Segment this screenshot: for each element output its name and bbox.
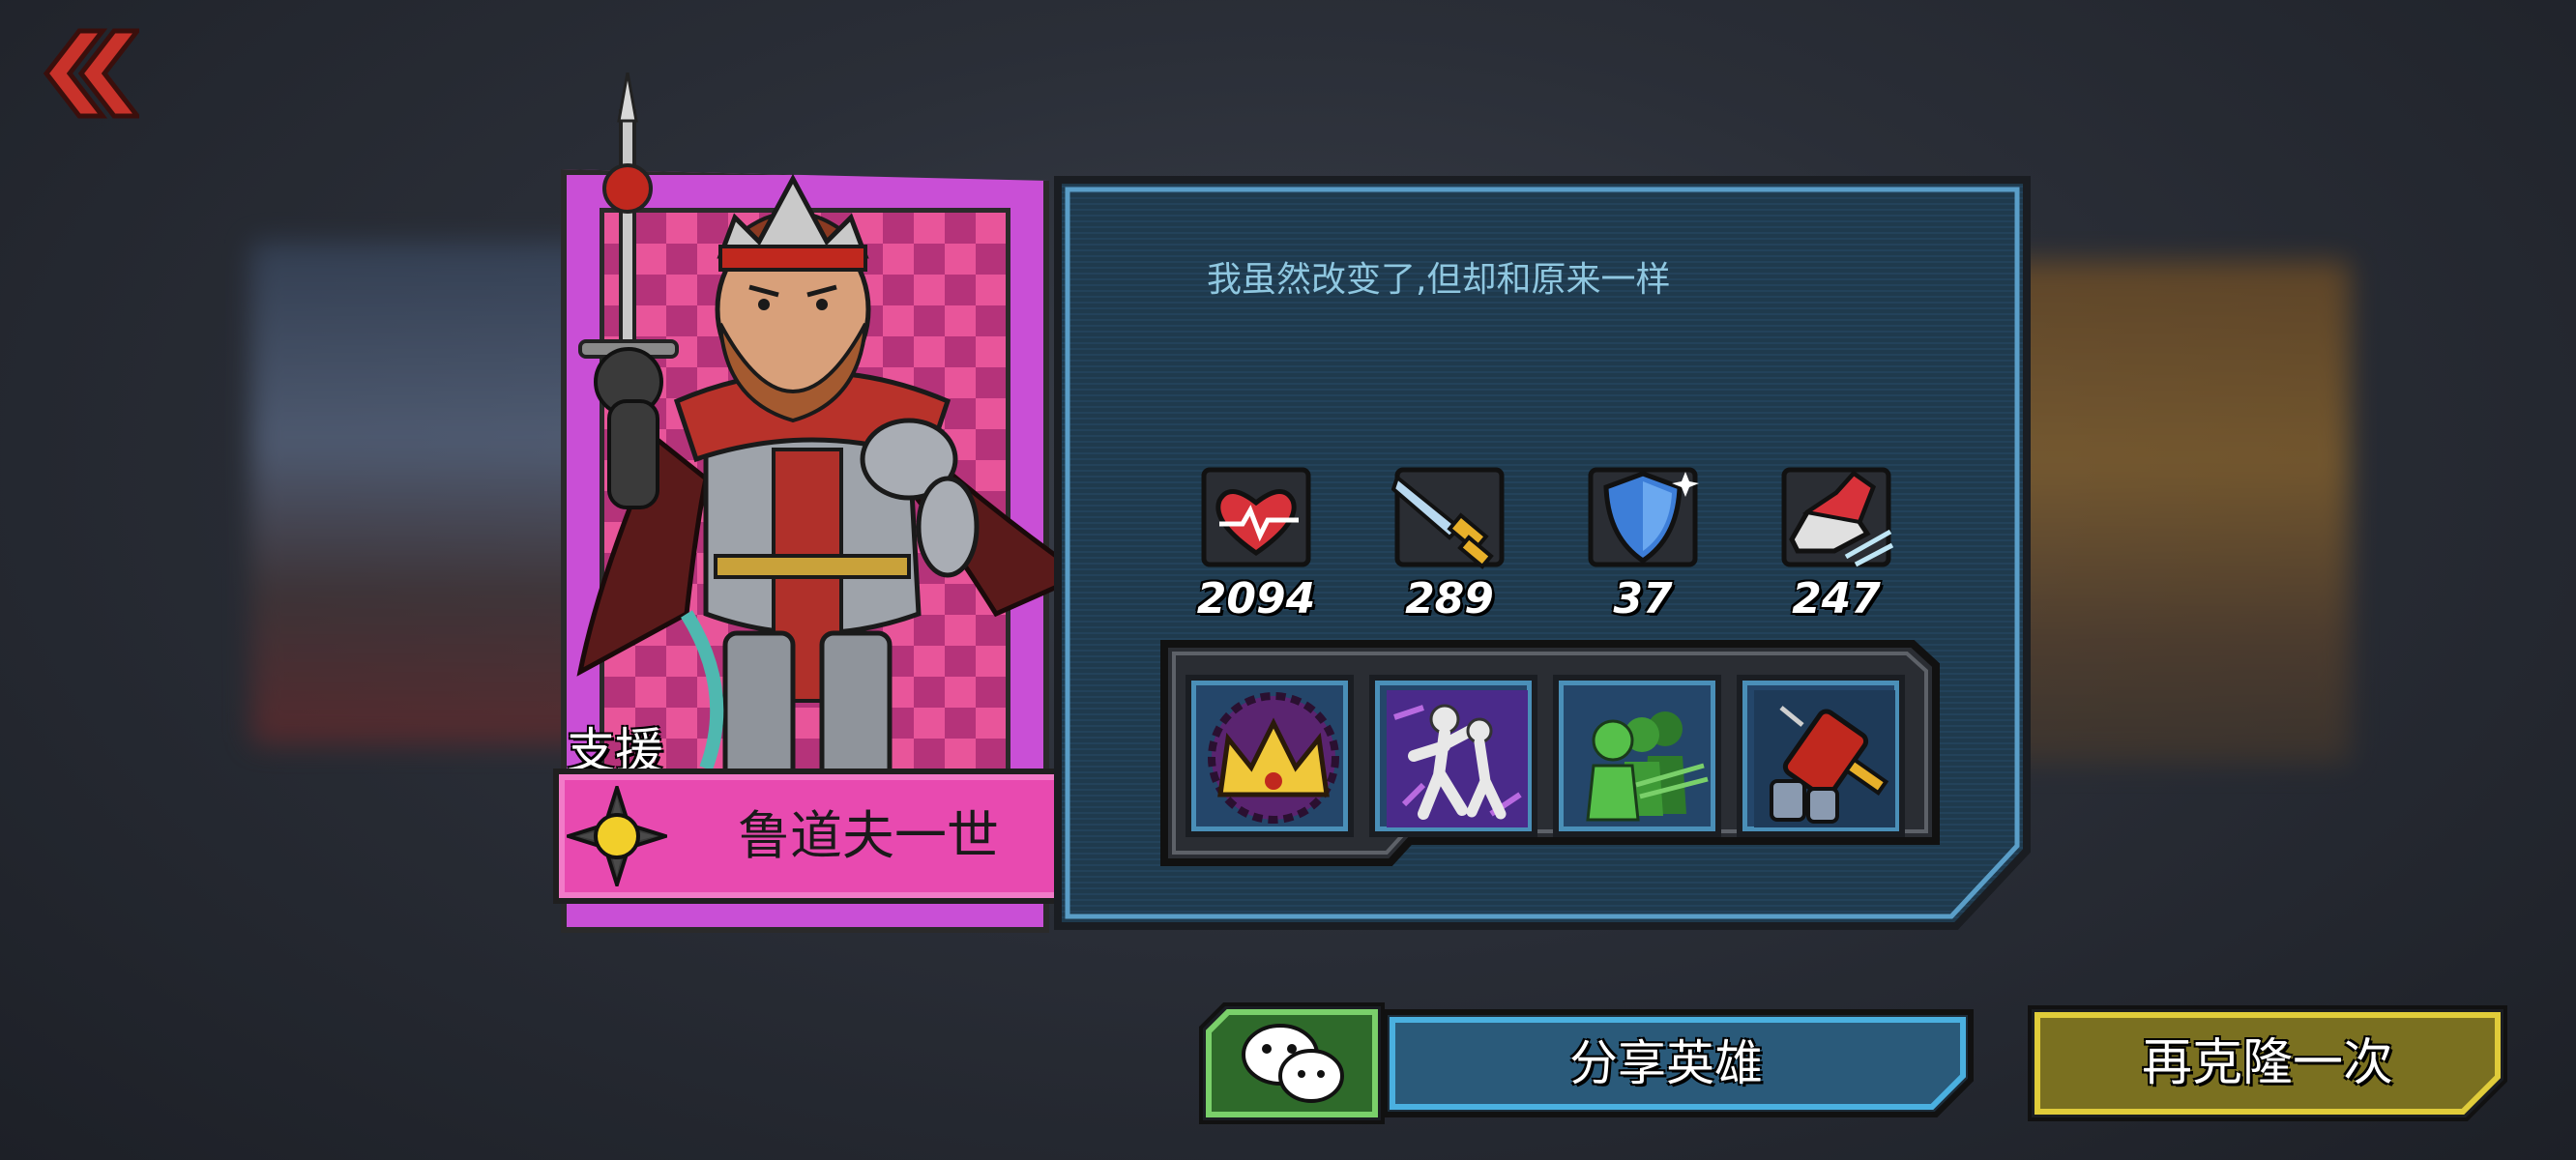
- skill-slot-2[interactable]: [1369, 675, 1537, 837]
- skill-slot-1[interactable]: [1186, 675, 1354, 837]
- clone-again-button[interactable]: 再克隆一次: [2026, 1003, 2509, 1123]
- stat-speed: 247: [1764, 464, 1909, 624]
- stat-defense-value: 37: [1613, 574, 1673, 624]
- sun-class-icon: [567, 786, 667, 886]
- background-card-right: [1982, 261, 2350, 764]
- stat-health: 2094: [1184, 464, 1329, 624]
- hero-quote: 我虽然改变了,但却和原来一样: [1207, 260, 1671, 300]
- double-chevron-left-icon: [43, 28, 143, 119]
- crown-skill-icon: [1208, 692, 1339, 824]
- potion-syringe-skill-icon: [1754, 690, 1895, 827]
- back-button[interactable]: [33, 25, 143, 122]
- heart-icon: [1201, 467, 1311, 567]
- stat-speed-value: 247: [1792, 574, 1881, 624]
- stat-health-value: 2094: [1196, 574, 1316, 624]
- clone-again-label: 再克隆一次: [2141, 1034, 2393, 1092]
- hero-info-panel: 我虽然改变了,但却和原来一样 2094 289 37 247: [1052, 174, 2034, 933]
- hero-name: 鲁道夫一世: [738, 805, 999, 866]
- skill-slot-4[interactable]: [1737, 675, 1905, 837]
- share-hero-button[interactable]: [1381, 1008, 1980, 1118]
- wechat-share-button[interactable]: [1197, 1000, 1387, 1126]
- team-silhouettes-skill-icon: [1586, 711, 1709, 822]
- sword-icon: [1391, 467, 1505, 569]
- skills-tray: [1158, 638, 1942, 870]
- stat-attack-value: 289: [1405, 574, 1494, 624]
- hero-card: 支援 鲁道夫一世: [553, 72, 1083, 933]
- share-group: 分享英雄: [1197, 1000, 1982, 1126]
- hero-portrait: [576, 72, 1083, 800]
- sneaker-icon: [1781, 467, 1894, 567]
- dancing-statue-skill-icon: [1387, 690, 1528, 827]
- stat-attack: 289: [1377, 464, 1522, 624]
- hero-name-bar: 鲁道夫一世: [553, 768, 1070, 904]
- stat-defense: 37: [1570, 464, 1715, 624]
- shield-icon: [1588, 467, 1699, 567]
- skill-slot-3[interactable]: [1553, 675, 1721, 837]
